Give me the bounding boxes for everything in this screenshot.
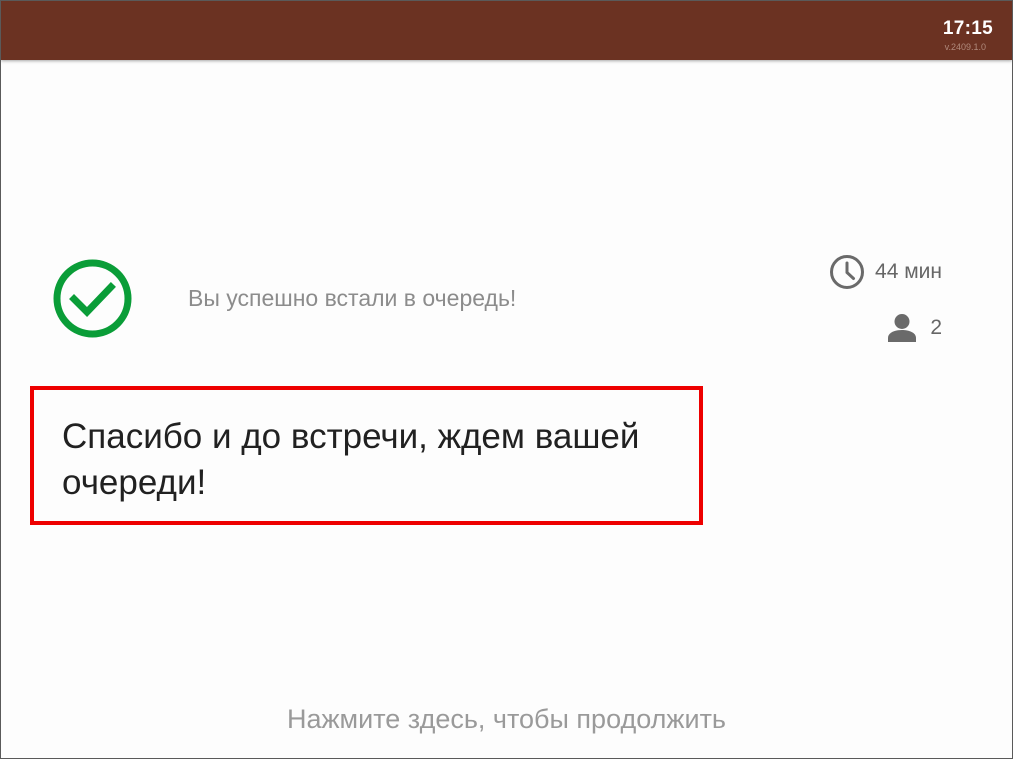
- people-ahead-count: 2: [930, 316, 942, 339]
- clock-icon: [830, 255, 865, 289]
- continue-button[interactable]: Нажмите здесь, чтобы продолжить: [1, 704, 1012, 735]
- thanks-message: Спасибо и до встречи, ждем вашей очереди…: [62, 417, 640, 502]
- check-circle-icon: [53, 259, 132, 338]
- person-icon: [888, 314, 917, 342]
- people-ahead-indicator: 2: [886, 312, 942, 344]
- queue-confirmation-screen[interactable]: 17:15 v.2409.1.0 Вы успешно встали в оче…: [0, 0, 1013, 759]
- wait-time-value: 44 мин: [875, 260, 942, 283]
- top-bar: 17:15 v.2409.1.0: [1, 1, 1012, 60]
- clock-time: 17:15: [942, 18, 993, 39]
- success-message: Вы успешно встали в очередь!: [188, 285, 517, 311]
- wait-time-indicator: 44 мин: [829, 254, 942, 290]
- thanks-message-box: Спасибо и до встречи, ждем вашей очереди…: [30, 386, 703, 525]
- app-version: v.2409.1.0: [944, 42, 986, 52]
